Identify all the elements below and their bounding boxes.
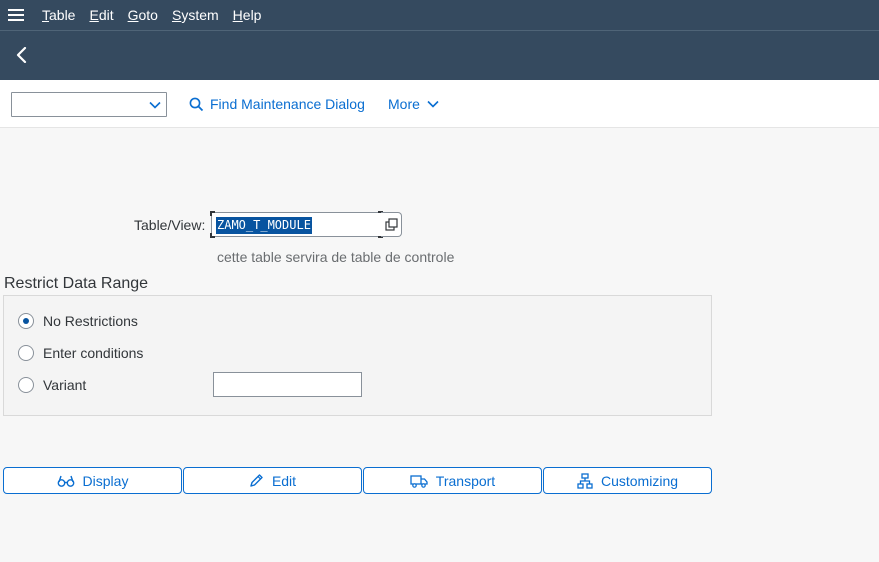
hierarchy-icon bbox=[577, 472, 593, 489]
truck-icon bbox=[410, 474, 428, 488]
shell-bar bbox=[0, 31, 879, 80]
transport-label: Transport bbox=[435, 472, 496, 489]
menu-edit[interactable]: Edit bbox=[89, 7, 113, 23]
search-icon bbox=[189, 97, 204, 111]
menu-help[interactable]: Help bbox=[233, 7, 262, 23]
edit-label: Edit bbox=[271, 472, 297, 489]
customizing-button[interactable]: Customizing bbox=[543, 467, 712, 494]
radio-button[interactable] bbox=[18, 345, 34, 361]
radio-button[interactable] bbox=[18, 313, 34, 329]
table-view-value: ZAMO_T_MODULE bbox=[216, 217, 312, 234]
restrict-section-title: Restrict Data Range bbox=[4, 275, 149, 292]
variant-input[interactable] bbox=[213, 372, 362, 397]
radio-button[interactable] bbox=[18, 377, 34, 393]
menu-goto[interactable]: Goto bbox=[128, 7, 158, 23]
more-label: More bbox=[388, 96, 420, 112]
command-dropdown[interactable] bbox=[11, 92, 167, 117]
glasses-icon bbox=[57, 475, 74, 487]
find-label: Find Maintenance Dialog bbox=[210, 96, 365, 112]
pencil-icon bbox=[250, 474, 263, 487]
display-label: Display bbox=[82, 472, 129, 489]
table-view-label: Table/View: bbox=[134, 217, 206, 233]
back-icon[interactable] bbox=[10, 43, 34, 67]
menu-table[interactable]: Table bbox=[42, 7, 75, 23]
radio-label: No Restrictions bbox=[43, 313, 138, 329]
chevron-down-icon bbox=[149, 101, 161, 109]
radio-label: Variant bbox=[43, 377, 87, 393]
restrict-groupbox: No Restrictions Enter conditions Variant bbox=[3, 295, 712, 416]
table-view-input[interactable]: ZAMO_T_MODULE bbox=[210, 211, 383, 238]
edit-button[interactable]: Edit bbox=[183, 467, 362, 494]
radio-enter-conditions[interactable]: Enter conditions bbox=[18, 345, 143, 361]
menu-icon[interactable] bbox=[0, 0, 32, 31]
value-help-icon bbox=[384, 218, 398, 231]
value-help-button[interactable] bbox=[381, 212, 402, 237]
radio-no-restrictions[interactable]: No Restrictions bbox=[18, 313, 138, 329]
toolbar: Find Maintenance Dialog More bbox=[0, 80, 879, 128]
display-button[interactable]: Display bbox=[3, 467, 182, 494]
more-button[interactable]: More bbox=[388, 94, 440, 114]
find-maintenance-dialog-button[interactable]: Find Maintenance Dialog bbox=[189, 94, 365, 114]
transport-button[interactable]: Transport bbox=[363, 467, 542, 494]
chevron-down-icon bbox=[427, 100, 439, 108]
radio-label: Enter conditions bbox=[43, 345, 144, 361]
radio-variant[interactable]: Variant bbox=[18, 377, 86, 393]
menu-bar: Table Edit Goto System Help bbox=[0, 0, 879, 31]
menu-system[interactable]: System bbox=[172, 7, 219, 23]
table-description: cette table servira de table de controle bbox=[217, 249, 455, 265]
customizing-label: Customizing bbox=[600, 472, 679, 489]
